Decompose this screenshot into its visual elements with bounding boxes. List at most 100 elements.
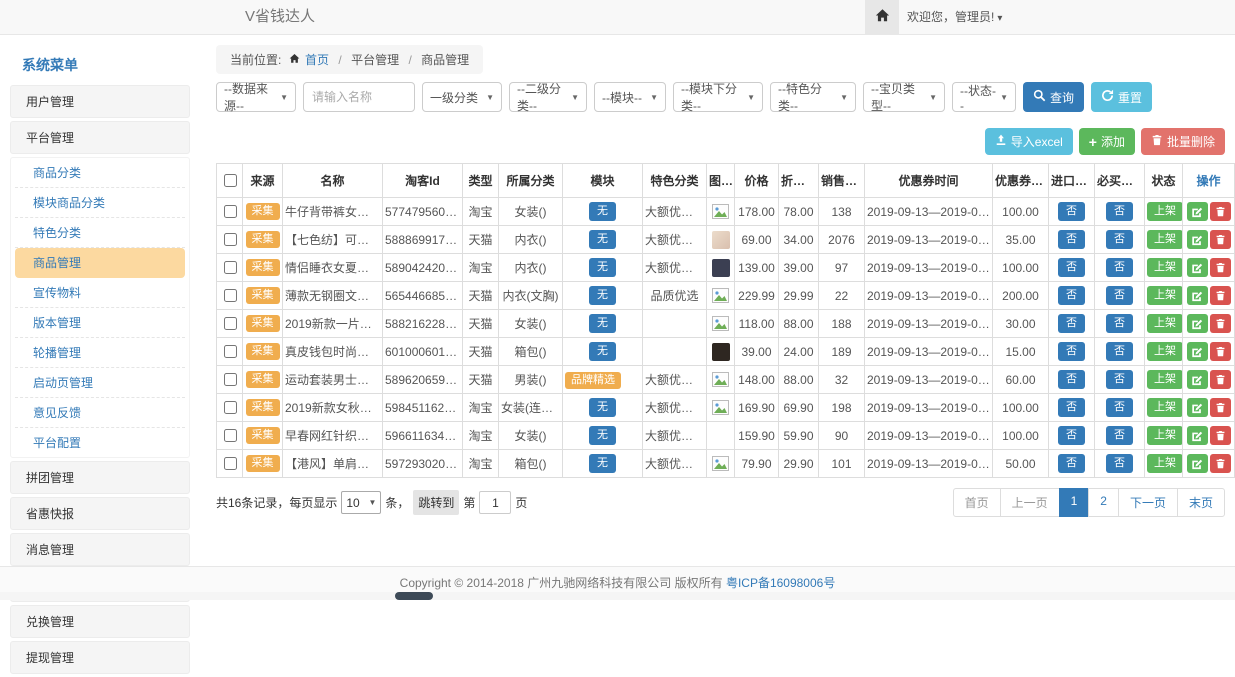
- filter-name-input[interactable]: [303, 82, 415, 112]
- user-menu[interactable]: 欢迎您，管理员!▾: [907, 0, 1002, 36]
- sidebar-item-提现管理[interactable]: 提现管理: [10, 641, 190, 674]
- import-toggle-button[interactable]: 否: [1058, 202, 1085, 221]
- filter-level2-category-select[interactable]: --二级分类--▼: [509, 82, 587, 112]
- search-button[interactable]: 查询: [1023, 82, 1084, 112]
- filter-module-select[interactable]: --模块--▼: [594, 82, 666, 112]
- page-1[interactable]: 1: [1059, 488, 1090, 517]
- must-buy-toggle-button[interactable]: 否: [1106, 426, 1133, 445]
- must-buy-toggle-button[interactable]: 否: [1106, 314, 1133, 333]
- sidebar-subitem-商品管理[interactable]: 商品管理: [15, 248, 185, 278]
- sidebar-item-平台管理[interactable]: 平台管理: [10, 121, 190, 154]
- row-checkbox[interactable]: [224, 317, 237, 330]
- row-checkbox[interactable]: [224, 401, 237, 414]
- sidebar-item-省惠快报[interactable]: 省惠快报: [10, 497, 190, 530]
- sidebar-item-用户管理[interactable]: 用户管理: [10, 85, 190, 118]
- import-toggle-button[interactable]: 否: [1058, 314, 1085, 333]
- edit-button[interactable]: [1187, 342, 1208, 361]
- status-button[interactable]: 上架: [1147, 398, 1183, 417]
- edit-button[interactable]: [1187, 370, 1208, 389]
- page-prev[interactable]: 上一页: [1000, 488, 1060, 517]
- import-toggle-button[interactable]: 否: [1058, 398, 1085, 417]
- sidebar-subitem-特色分类[interactable]: 特色分类: [15, 218, 185, 248]
- batch-delete-button[interactable]: 批量删除: [1141, 128, 1225, 155]
- import-toggle-button[interactable]: 否: [1058, 426, 1085, 445]
- filter-data-source-select[interactable]: --数据来源--▼: [216, 82, 296, 112]
- row-checkbox[interactable]: [224, 373, 237, 386]
- status-button[interactable]: 上架: [1147, 258, 1183, 277]
- sidebar-subitem-意见反馈[interactable]: 意见反馈: [15, 398, 185, 428]
- edit-button[interactable]: [1187, 454, 1208, 473]
- edit-button[interactable]: [1187, 314, 1208, 333]
- filter-feature-category-select[interactable]: --特色分类--▼: [770, 82, 856, 112]
- must-buy-toggle-button[interactable]: 否: [1106, 202, 1133, 221]
- status-button[interactable]: 上架: [1147, 454, 1183, 473]
- import-toggle-button[interactable]: 否: [1058, 342, 1085, 361]
- sidebar-item-拼团管理[interactable]: 拼团管理: [10, 461, 190, 494]
- row-checkbox[interactable]: [224, 233, 237, 246]
- select-all-checkbox[interactable]: [224, 174, 237, 187]
- edit-button[interactable]: [1187, 426, 1208, 445]
- edit-button[interactable]: [1187, 286, 1208, 305]
- delete-button[interactable]: [1210, 398, 1231, 417]
- delete-button[interactable]: [1210, 370, 1231, 389]
- status-button[interactable]: 上架: [1147, 342, 1183, 361]
- must-buy-toggle-button[interactable]: 否: [1106, 286, 1133, 305]
- row-checkbox[interactable]: [224, 289, 237, 302]
- row-checkbox[interactable]: [224, 345, 237, 358]
- sidebar-subitem-模块商品分类[interactable]: 模块商品分类: [15, 188, 185, 218]
- status-button[interactable]: 上架: [1147, 286, 1183, 305]
- jump-button[interactable]: 跳转到: [413, 490, 459, 515]
- sidebar-item-消息管理[interactable]: 消息管理: [10, 533, 190, 566]
- filter-module-subcategory-select[interactable]: --模块下分类--▼: [673, 82, 763, 112]
- jump-page-input[interactable]: [479, 491, 511, 514]
- row-checkbox[interactable]: [224, 457, 237, 470]
- sidebar-item-兑换管理[interactable]: 兑换管理: [10, 605, 190, 638]
- page-size-select[interactable]: 10 ▼: [341, 491, 381, 514]
- row-checkbox[interactable]: [224, 205, 237, 218]
- delete-button[interactable]: [1210, 426, 1231, 445]
- import-toggle-button[interactable]: 否: [1058, 258, 1085, 277]
- horizontal-scrollbar-thumb[interactable]: [395, 592, 433, 600]
- delete-button[interactable]: [1210, 202, 1231, 221]
- sidebar-subitem-宣传物料[interactable]: 宣传物料: [15, 278, 185, 308]
- edit-button[interactable]: [1187, 202, 1208, 221]
- page-2[interactable]: 2: [1088, 488, 1119, 517]
- icp-link[interactable]: 粤ICP备16098006号: [726, 576, 835, 590]
- status-button[interactable]: 上架: [1147, 314, 1183, 333]
- sidebar-subitem-商品分类[interactable]: 商品分类: [15, 158, 185, 188]
- must-buy-toggle-button[interactable]: 否: [1106, 398, 1133, 417]
- delete-button[interactable]: [1210, 454, 1231, 473]
- add-button[interactable]: + 添加: [1079, 128, 1135, 155]
- filter-level1-category-select[interactable]: 一级分类▼: [422, 82, 502, 112]
- delete-button[interactable]: [1210, 342, 1231, 361]
- row-checkbox[interactable]: [224, 261, 237, 274]
- must-buy-toggle-button[interactable]: 否: [1106, 258, 1133, 277]
- sidebar-subitem-平台配置[interactable]: 平台配置: [15, 428, 185, 457]
- edit-button[interactable]: [1187, 398, 1208, 417]
- delete-button[interactable]: [1210, 286, 1231, 305]
- must-buy-toggle-button[interactable]: 否: [1106, 370, 1133, 389]
- import-toggle-button[interactable]: 否: [1058, 230, 1085, 249]
- filter-status-select[interactable]: --状态--▼: [952, 82, 1016, 112]
- reset-button[interactable]: 重置: [1091, 82, 1152, 112]
- import-toggle-button[interactable]: 否: [1058, 454, 1085, 473]
- import-toggle-button[interactable]: 否: [1058, 286, 1085, 305]
- row-checkbox[interactable]: [224, 429, 237, 442]
- must-buy-toggle-button[interactable]: 否: [1106, 342, 1133, 361]
- page-first[interactable]: 首页: [953, 488, 1001, 517]
- edit-button[interactable]: [1187, 230, 1208, 249]
- delete-button[interactable]: [1210, 258, 1231, 277]
- sidebar-subitem-轮播管理[interactable]: 轮播管理: [15, 338, 185, 368]
- breadcrumb-home-link[interactable]: 首页: [305, 53, 329, 67]
- status-button[interactable]: 上架: [1147, 426, 1183, 445]
- sidebar-subitem-版本管理[interactable]: 版本管理: [15, 308, 185, 338]
- filter-item-type-select[interactable]: --宝贝类型--▼: [863, 82, 945, 112]
- must-buy-toggle-button[interactable]: 否: [1106, 230, 1133, 249]
- status-button[interactable]: 上架: [1147, 370, 1183, 389]
- sidebar-subitem-启动页管理[interactable]: 启动页管理: [15, 368, 185, 398]
- page-last[interactable]: 末页: [1177, 488, 1225, 517]
- must-buy-toggle-button[interactable]: 否: [1106, 454, 1133, 473]
- status-button[interactable]: 上架: [1147, 230, 1183, 249]
- delete-button[interactable]: [1210, 230, 1231, 249]
- import-excel-button[interactable]: 导入excel: [985, 128, 1073, 155]
